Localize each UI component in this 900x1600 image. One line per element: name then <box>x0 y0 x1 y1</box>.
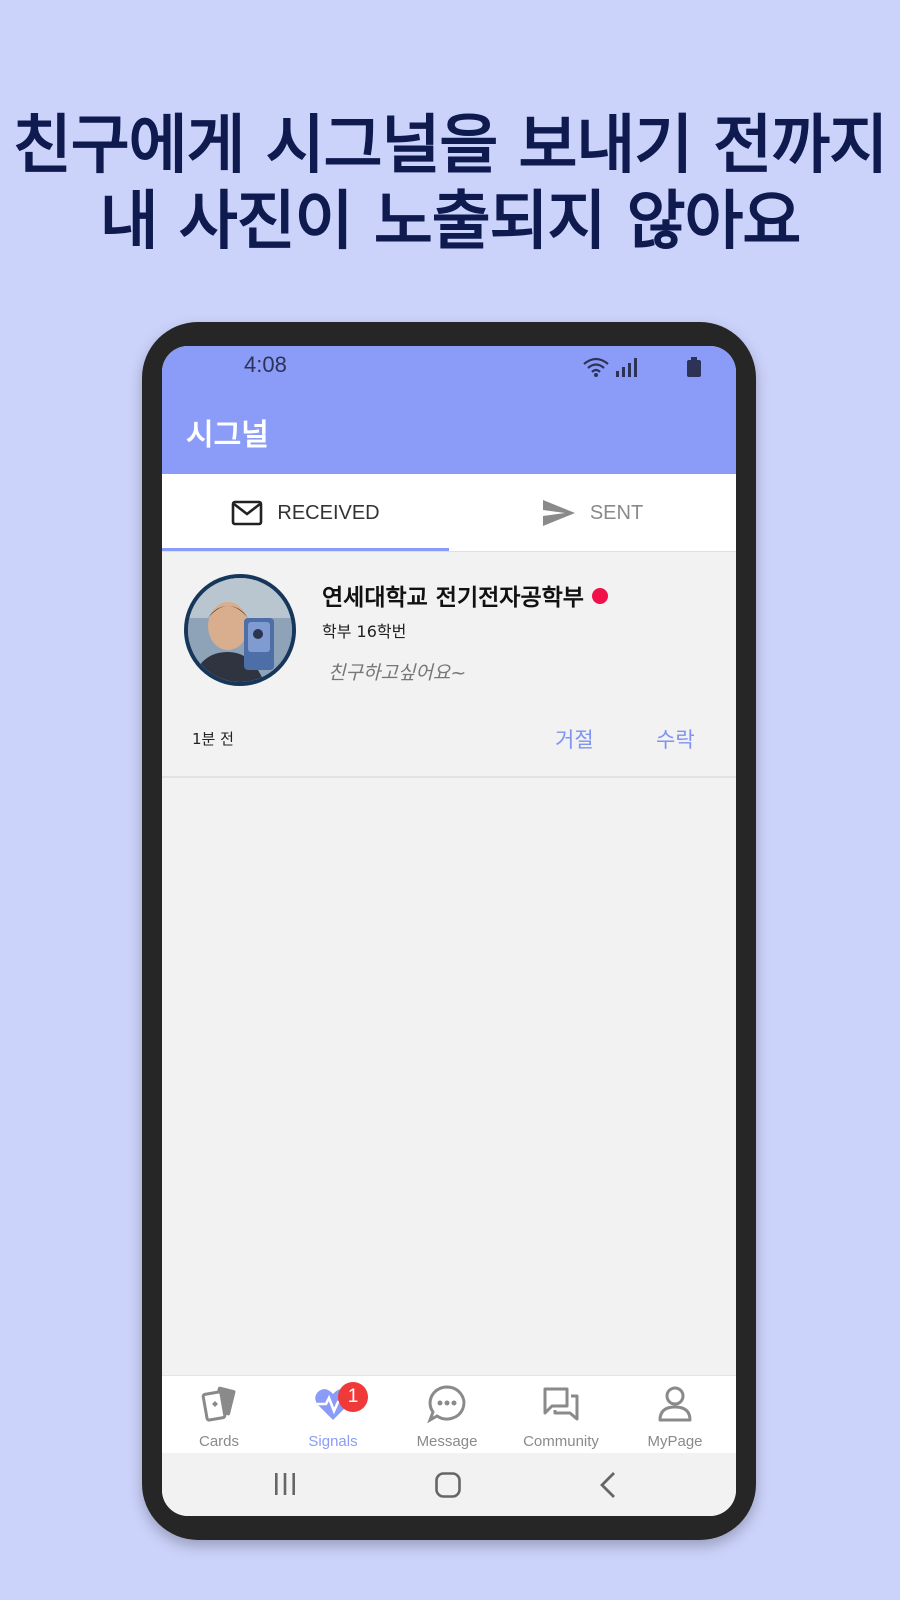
bottom-nav: Cards Signals 1 Message Community MyPage <box>162 1375 736 1453</box>
back-icon[interactable] <box>598 1471 618 1499</box>
recent-apps-icon[interactable] <box>272 1471 298 1497</box>
signal-message: 친구하고싶어요~ <box>328 662 467 684</box>
phone-screen: 4:08 시그널 RECEIVED SENT 연세대학교 전기전자공학부 학부 … <box>162 346 736 1516</box>
chat-bubble-icon <box>427 1385 466 1424</box>
app-bar: 4:08 시그널 <box>162 346 736 474</box>
signal-time: 1분 전 <box>192 730 234 748</box>
profile-photo <box>188 578 292 682</box>
user-affiliation-text: 연세대학교 전기전자공학부 <box>322 585 584 611</box>
home-icon[interactable] <box>434 1471 462 1499</box>
headline-line-2: 내 사진이 노출되지 않아요 <box>99 185 802 259</box>
tab-received-label: RECEIVED <box>277 501 380 524</box>
status-time: 4:08 <box>244 352 287 377</box>
reject-button[interactable]: 거절 <box>555 724 594 754</box>
user-meta: 학부 16학번 <box>322 622 407 641</box>
app-title: 시그널 <box>186 418 269 453</box>
tab-sent[interactable]: SENT <box>449 474 736 552</box>
send-icon <box>542 500 575 526</box>
nav-item-signals[interactable]: Signals <box>276 1376 390 1454</box>
mail-icon <box>232 500 263 526</box>
nav-item-community[interactable]: Community <box>504 1376 618 1454</box>
user-affiliation: 연세대학교 전기전자공학부 <box>322 578 608 612</box>
person-icon <box>658 1386 692 1422</box>
tab-received[interactable]: RECEIVED <box>162 474 449 552</box>
headline-line-1: 친구에게 시그널을 보내기 전까지 <box>12 109 888 183</box>
nav-item-message[interactable]: Message <box>390 1376 504 1454</box>
nav-label-message: Message <box>416 1433 478 1450</box>
wifi-icon <box>583 357 609 377</box>
avatar[interactable] <box>184 574 296 686</box>
signal-icon <box>616 358 637 377</box>
signal-card[interactable]: 연세대학교 전기전자공학부 학부 16학번 친구하고싶어요~ 1분 전 거절 수… <box>162 552 736 778</box>
nav-item-cards[interactable]: Cards <box>162 1376 276 1454</box>
notification-badge: 1 <box>338 1382 368 1412</box>
battery-icon <box>687 357 701 377</box>
promo-headline: 친구에게 시그널을 보내기 전까지 내 사진이 노출되지 않아요 <box>0 108 900 260</box>
phone-frame: 4:08 시그널 RECEIVED SENT 연세대학교 전기전자공학부 학부 … <box>142 322 756 1540</box>
tab-sent-label: SENT <box>589 501 644 524</box>
forum-icon <box>543 1387 579 1421</box>
online-status-dot <box>591 588 608 604</box>
cards-icon <box>201 1386 236 1422</box>
active-tab-indicator <box>162 548 449 551</box>
nav-label-mypage: MyPage <box>647 1433 703 1450</box>
accept-button[interactable]: 수락 <box>656 724 695 754</box>
nav-label-community: Community <box>523 1433 599 1450</box>
tab-bar: RECEIVED SENT <box>162 474 736 552</box>
system-nav-bar <box>162 1453 736 1516</box>
nav-label-signals: Signals <box>308 1433 358 1450</box>
nav-label-cards: Cards <box>198 1433 239 1450</box>
nav-item-mypage[interactable]: MyPage <box>618 1376 732 1454</box>
